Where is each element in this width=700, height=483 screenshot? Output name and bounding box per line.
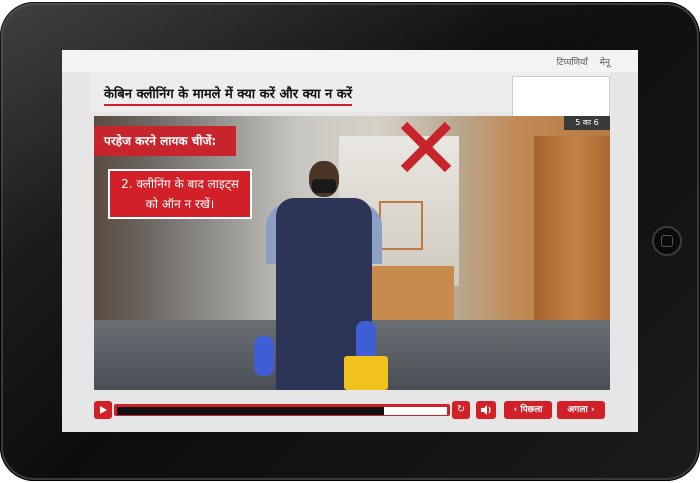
slide-counter: 5 का 6	[564, 116, 610, 130]
play-icon	[100, 406, 107, 414]
progress-fill	[117, 407, 384, 415]
right-glove	[356, 321, 376, 361]
left-glove	[254, 336, 274, 376]
home-button[interactable]	[652, 226, 682, 256]
replay-button[interactable]: ↻	[452, 401, 470, 419]
person-mask	[312, 179, 336, 193]
progress-track[interactable]	[114, 404, 450, 416]
page-title: केबिन क्लीनिंग के मामले में क्या करें और…	[104, 84, 353, 106]
section-label: परहेज करने लायक चीजें:	[94, 126, 236, 156]
tip-line-1: 2. क्लीनिंग के बाद लाइट्स	[121, 177, 239, 191]
volume-button[interactable]	[476, 401, 496, 419]
next-button[interactable]: अगला ›	[557, 401, 605, 419]
tip-box: 2. क्लीनिंग के बाद लाइट्स को ऑन न रखें।	[108, 169, 252, 219]
notes-link[interactable]: टिप्पणियाँ	[557, 58, 588, 68]
top-links: टिप्पणियाँ मेनू	[548, 55, 610, 68]
player-controls: ↻ ‹ पिछला अगला ›	[94, 401, 610, 421]
volume-icon	[481, 405, 491, 415]
x-mark-icon	[400, 121, 452, 173]
tip-line-2: को ऑन न रखें।	[145, 197, 215, 211]
menu-link[interactable]: मेनू	[600, 58, 610, 68]
previous-button[interactable]: ‹ पिछला	[504, 401, 552, 419]
shelf	[379, 201, 423, 250]
top-bar: टिप्पणियाँ मेनू	[62, 50, 638, 72]
desk	[359, 266, 454, 321]
slide-image: 5 का 6 परहेज करने लायक चीजें: 2. क्लीनिं…	[94, 116, 610, 390]
replay-icon: ↻	[456, 404, 466, 415]
play-button[interactable]	[94, 401, 112, 419]
cleaning-caddy	[344, 356, 388, 390]
screen: टिप्पणियाँ मेनू केबिन क्लीनिंग के मामले …	[62, 50, 638, 432]
